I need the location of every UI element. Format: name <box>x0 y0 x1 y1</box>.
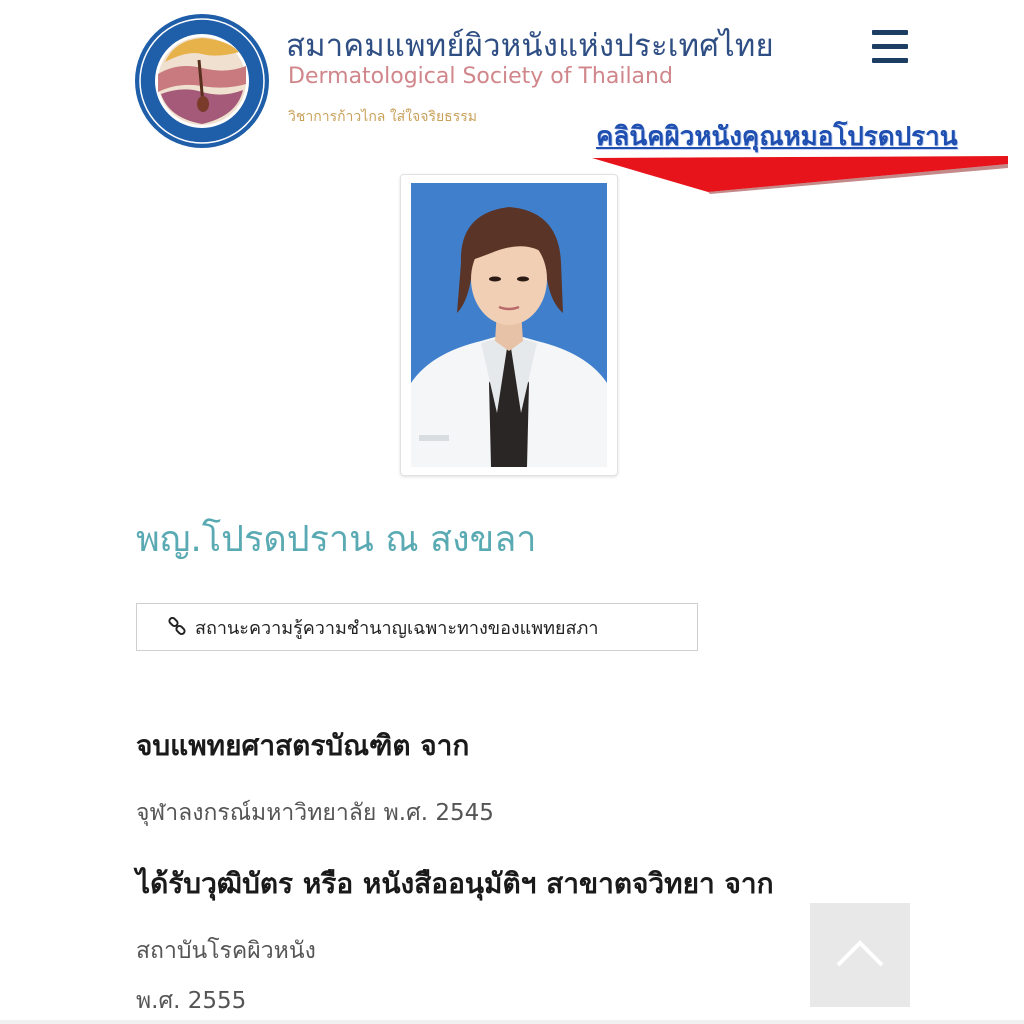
back-to-top-button[interactable] <box>810 903 910 1007</box>
clinic-banner-text: คลินิคผิวหนังคุณหมอโปรดปราน <box>596 122 958 152</box>
bottom-divider <box>0 1020 1024 1024</box>
education-heading-degree: จบแพทยศาสตรบัณฑิต จาก <box>136 729 470 762</box>
red-arrow-shape <box>592 156 1008 194</box>
site-title-english: Dermatological Society of Thailand <box>288 64 673 89</box>
education-heading-board: ได้รับวุฒิบัตร หรือ หนังสืออนุมัติฯ สาขา… <box>136 867 774 900</box>
society-logo[interactable] <box>133 12 271 150</box>
society-seal-icon <box>135 14 269 148</box>
status-button-label: สถานะความรู้ความชำนาญเฉพาะทางของแพทยสภา <box>195 617 599 639</box>
doctor-photo <box>411 183 607 467</box>
chevron-up-icon <box>836 940 884 967</box>
doctor-name: พญ.โปรดปราน ณ สงขลา <box>136 519 537 560</box>
profile-page: สมาคมแพทย์ผิวหนังแห่งประเทศไทย Dermatolo… <box>0 0 1024 1024</box>
site-tagline: วิชาการก้าวไกล ใส่ใจจริยธรรม <box>288 109 477 125</box>
education-detail-board-institute: สถาบันโรคผิวหนัง <box>136 938 316 964</box>
education-detail-degree: จุฬาลงกรณ์มหาวิทยาลัย พ.ศ. 2545 <box>136 800 494 826</box>
medical-council-status-button[interactable]: สถานะความรู้ความชำนาญเฉพาะทางของแพทยสภา <box>136 603 698 651</box>
site-title-thai: สมาคมแพทย์ผิวหนังแห่งประเทศไทย <box>286 28 774 64</box>
hamburger-menu-button[interactable] <box>866 26 914 68</box>
link-icon <box>168 617 186 636</box>
education-detail-board-year: พ.ศ. 2555 <box>136 988 247 1014</box>
doctor-photo-frame <box>400 174 618 476</box>
